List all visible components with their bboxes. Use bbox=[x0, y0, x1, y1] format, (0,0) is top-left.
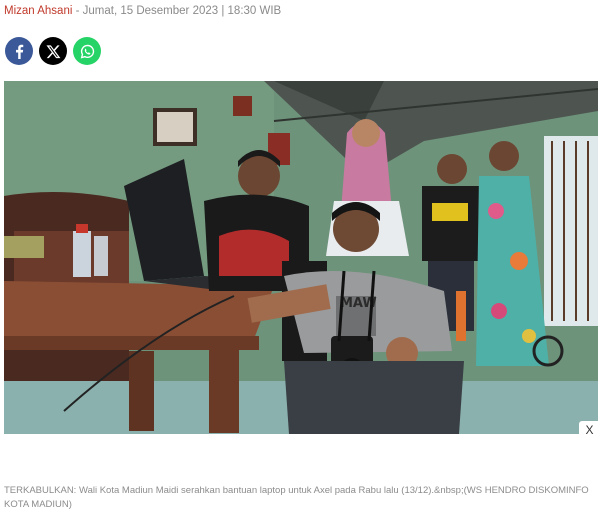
photo-caption: TERKABULKAN: Wali Kota Madiun Maidi sera… bbox=[4, 485, 589, 510]
close-button[interactable]: X bbox=[579, 421, 600, 440]
share-bar bbox=[5, 37, 101, 65]
facebook-share-button[interactable] bbox=[5, 37, 33, 65]
author-name[interactable]: Mizan Ahsani bbox=[4, 5, 72, 17]
article-photo: MAW bbox=[4, 81, 598, 434]
whatsapp-icon bbox=[80, 44, 94, 58]
facebook-icon bbox=[15, 44, 23, 59]
x-icon bbox=[45, 44, 60, 58]
x-share-button[interactable] bbox=[39, 37, 67, 65]
whatsapp-share-button[interactable] bbox=[73, 37, 101, 65]
article-byline: Mizan Ahsani - Jumat, 15 Desember 2023 |… bbox=[4, 5, 281, 17]
byline-separator: - bbox=[72, 5, 83, 17]
publish-datetime: Jumat, 15 Desember 2023 | 18:30 WIB bbox=[82, 5, 282, 17]
